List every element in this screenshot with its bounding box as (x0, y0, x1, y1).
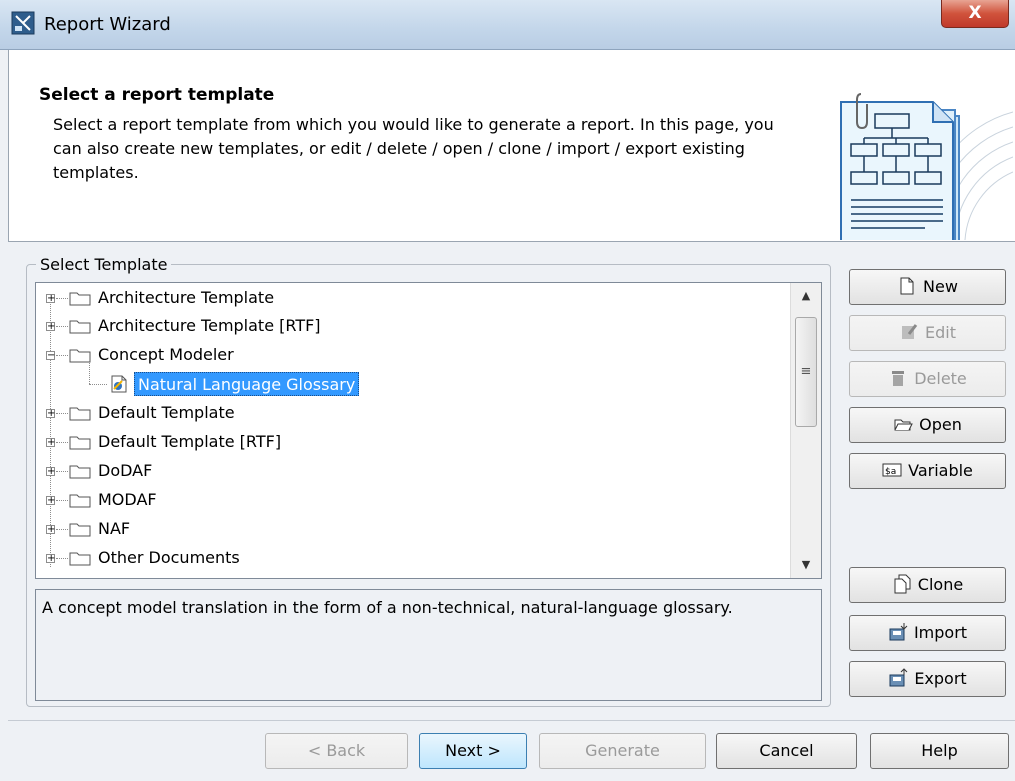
variable-button-label: Variable (908, 461, 973, 480)
window-title: Report Wizard (44, 14, 171, 35)
open-button[interactable]: Open (849, 407, 1006, 443)
expand-icon[interactable]: + (46, 525, 55, 535)
tree-line (56, 442, 68, 443)
tree-item-label: Default Template [RTF] (98, 432, 282, 451)
expand-icon[interactable]: + (46, 294, 55, 304)
folder-icon (69, 436, 91, 450)
tree-item-modaf[interactable]: + MODAF (36, 486, 786, 514)
back-button[interactable]: < Back (265, 733, 408, 769)
tree-item-natural-language-glossary[interactable]: Natural Language Glossary (36, 370, 786, 398)
tree-line (56, 298, 68, 299)
edit-button[interactable]: Edit (849, 315, 1006, 351)
tree-line (56, 326, 68, 327)
report-document-illustration (840, 93, 1013, 240)
tree-line (56, 529, 68, 530)
next-button[interactable]: Next > (419, 733, 527, 769)
tree-item-label: DoDAF (98, 461, 153, 480)
clone-button[interactable]: Clone (849, 567, 1006, 603)
import-button[interactable]: Import (849, 615, 1006, 651)
tree-item-concept-modeler[interactable]: − Concept Modeler (36, 341, 786, 369)
page-title: Select a report template (39, 85, 275, 105)
expand-icon[interactable]: + (46, 496, 55, 506)
clone-button-label: Clone (917, 575, 964, 594)
tree-item-architecture-template-rtf[interactable]: + Architecture Template [RTF] (36, 312, 786, 340)
export-button[interactable]: Export (849, 661, 1006, 697)
select-template-legend: Select Template (36, 255, 172, 274)
tree-item-label: Concept Modeler (98, 345, 234, 364)
folder-icon (69, 494, 91, 508)
close-button[interactable]: X (941, 0, 1009, 28)
scroll-down-icon[interactable]: ▼ (791, 554, 821, 576)
tree-line (56, 355, 68, 356)
open-button-label: Open (919, 415, 962, 434)
delete-button-label: Delete (914, 369, 967, 388)
scroll-thumb[interactable]: ≡ (795, 317, 817, 427)
expand-icon[interactable]: + (46, 554, 55, 564)
tree-item-label: NAF (98, 519, 131, 538)
tree-item-label: Other Documents (98, 548, 240, 567)
template-description: A concept model translation in the form … (35, 589, 822, 701)
tree-line (89, 384, 107, 385)
tree-item-other-documents[interactable]: + Other Documents (36, 544, 786, 572)
tree-item-label: Architecture Template (98, 288, 275, 307)
title-bar: Report Wizard X (0, 0, 1015, 50)
import-icon (889, 622, 908, 640)
collapse-icon[interactable]: − (46, 351, 55, 361)
wizard-header: Select a report template Select a report… (8, 50, 1015, 242)
variable-icon: $a (882, 463, 902, 477)
template-file-icon (111, 375, 127, 393)
folder-icon (69, 349, 91, 363)
template-tree[interactable]: + Architecture Template + Architecture T… (35, 282, 822, 579)
export-icon (889, 667, 908, 686)
folder-icon (69, 552, 91, 566)
scroll-up-icon[interactable]: ▲ (791, 285, 821, 307)
tree-item-label: Default Template (98, 403, 235, 422)
variable-button[interactable]: $a Variable (849, 453, 1006, 489)
tree-line (56, 558, 68, 559)
open-folder-icon (894, 419, 913, 430)
tree-line (56, 471, 68, 472)
folder-icon (69, 523, 91, 537)
expand-icon[interactable]: + (46, 467, 55, 477)
tree-item-default-template[interactable]: + Default Template (36, 399, 786, 427)
tree-item-label: Architecture Template [RTF] (98, 316, 321, 335)
tree-item-naf[interactable]: + NAF (36, 515, 786, 543)
delete-button[interactable]: Delete (849, 361, 1006, 397)
clone-icon (894, 574, 911, 593)
generate-button[interactable]: Generate (539, 733, 706, 769)
cancel-button[interactable]: Cancel (716, 733, 857, 769)
tree-item-default-template-rtf[interactable]: + Default Template [RTF] (36, 428, 786, 456)
tree-line (56, 413, 68, 414)
trash-icon (892, 370, 905, 386)
new-document-icon (900, 277, 914, 294)
folder-icon (69, 407, 91, 421)
folder-icon (69, 292, 91, 306)
tree-item-label: MODAF (98, 490, 157, 509)
export-button-label: Export (914, 669, 967, 688)
help-button[interactable]: Help (870, 733, 1009, 769)
tree-item-dodaf[interactable]: + DoDAF (36, 457, 786, 485)
new-button[interactable]: New (849, 269, 1006, 305)
folder-icon (69, 465, 91, 479)
tree-scrollbar[interactable]: ▲ ≡ ▼ (790, 283, 821, 578)
expand-icon[interactable]: + (46, 438, 55, 448)
svg-text:$a: $a (885, 467, 896, 477)
edit-button-label: Edit (925, 323, 956, 342)
new-button-label: New (923, 277, 958, 296)
tree-item-label: Natural Language Glossary (134, 372, 360, 396)
edit-icon (902, 323, 918, 339)
page-description: Select a report template from which you … (53, 115, 774, 182)
import-button-label: Import (913, 623, 968, 642)
tree-line (56, 500, 68, 501)
expand-icon[interactable]: + (46, 322, 55, 332)
expand-icon[interactable]: + (46, 409, 55, 419)
tree-item-architecture-template[interactable]: + Architecture Template (36, 284, 786, 312)
report-wizard-icon (11, 11, 35, 35)
folder-icon (69, 320, 91, 334)
